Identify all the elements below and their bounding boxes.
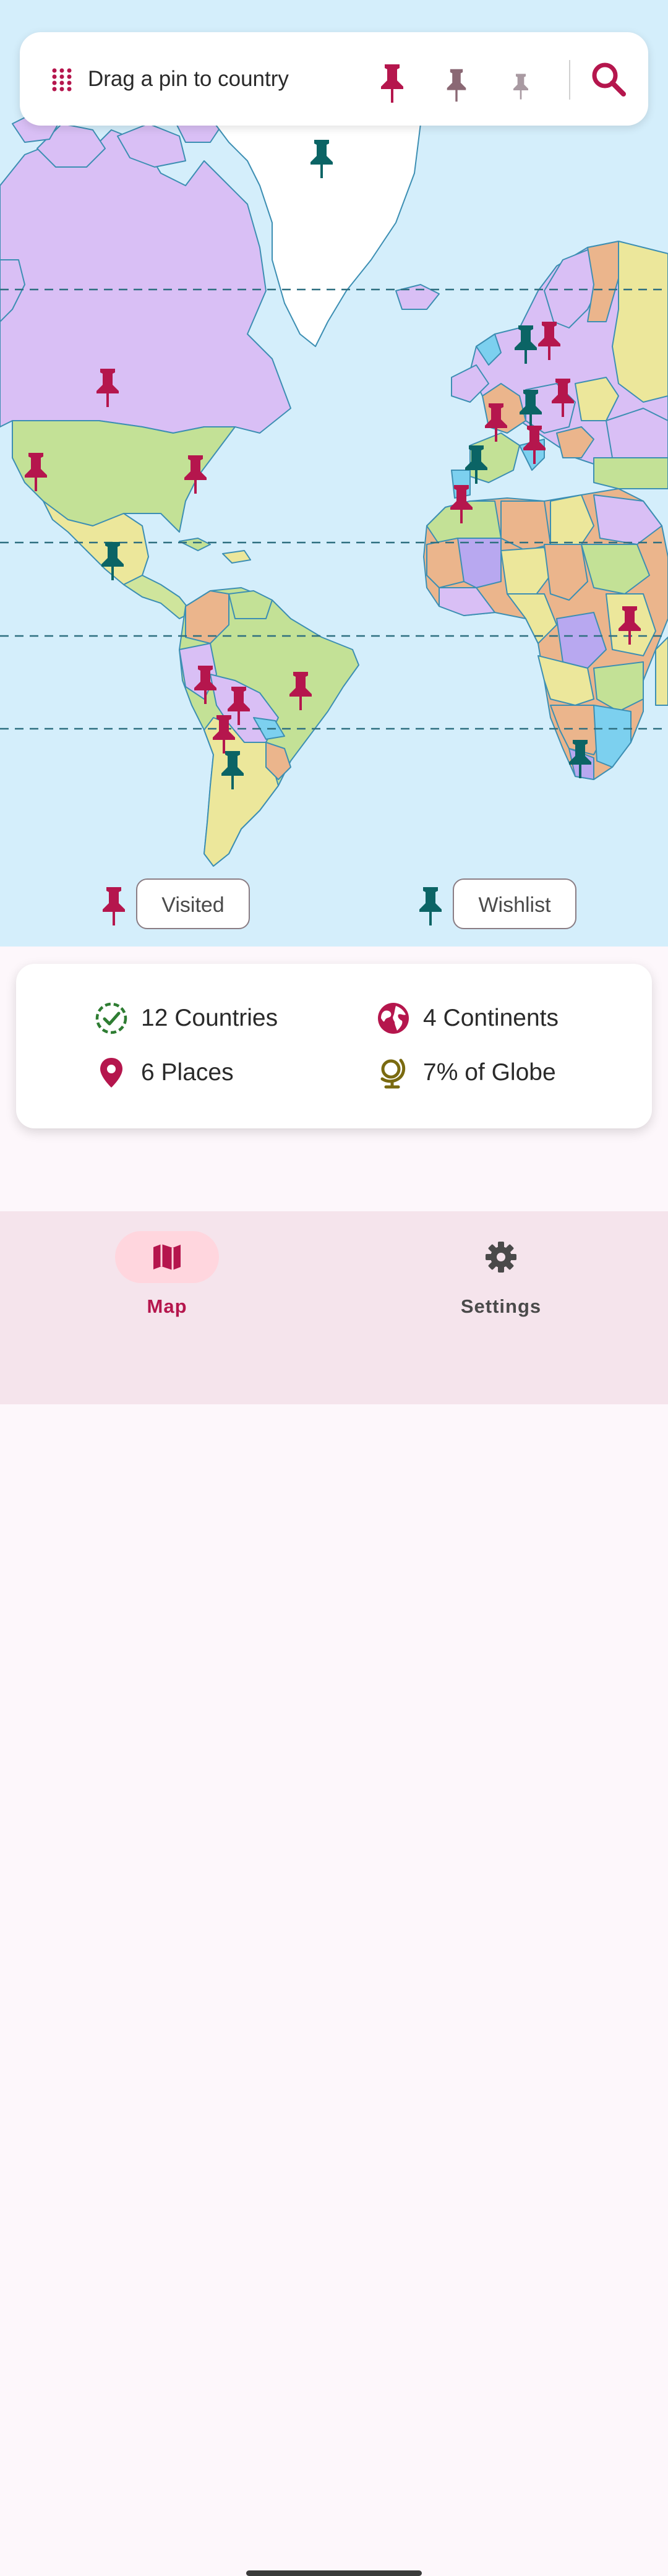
continents-stat: 4 Continents [376,1000,559,1037]
world-map[interactable]: Visited Wishlist [0,0,668,947]
bottom-navigation: Map Settings [0,1211,668,2576]
visited-pin[interactable] [95,367,120,408]
pin-medium-icon[interactable] [445,68,468,106]
gesture-navigation-bar[interactable] [246,2570,422,2576]
wishlist-pin[interactable] [513,324,538,365]
wishlist-pin[interactable] [464,444,489,485]
travel-stats-card: 12 Countries 4 Continents 6 Places 7% of… [16,964,652,1128]
wishlist-pin[interactable] [100,541,125,582]
nav-settings-pill[interactable] [449,1231,553,1283]
search-icon[interactable] [589,59,628,99]
pin-large-icon[interactable] [379,63,406,107]
wishlist-pin[interactable] [220,750,245,791]
visited-pin[interactable] [537,320,562,361]
pin-small-icon[interactable] [512,73,529,103]
world-map-countries [0,36,668,867]
visited-pin[interactable] [193,664,218,705]
visited-legend-button[interactable]: Visited [136,878,250,929]
wishlist-pin[interactable] [309,139,334,179]
gear-icon [486,1242,516,1273]
nav-map-label: Map [147,1295,187,1317]
globe-icon [376,1001,411,1036]
visited-pin[interactable] [484,402,508,443]
visited-pin[interactable] [288,671,313,711]
wishlist-legend-pin-icon [418,886,443,930]
drag-hint-text: Drag a pin to country [88,67,289,91]
wishlist-pin[interactable] [518,389,543,429]
check-circle-icon [94,1001,129,1036]
drag-grid-icon[interactable] [48,66,75,93]
map-icon [153,1244,181,1270]
visited-pin[interactable] [522,424,547,465]
wishlist-legend-button[interactable]: Wishlist [453,878,576,929]
visited-pin[interactable] [617,605,642,646]
continents-count: 4 Continents [423,1005,559,1031]
nav-settings[interactable]: Settings [427,1231,575,1318]
visited-pin[interactable] [212,714,236,755]
places-stat: 6 Places [94,1054,234,1091]
nav-settings-label: Settings [460,1295,542,1317]
visited-pin[interactable] [449,484,474,525]
globe-stat: 7% of Globe [376,1054,556,1091]
places-count: 6 Places [141,1059,234,1086]
location-pin-icon [94,1055,129,1090]
toolbar-divider [569,60,570,100]
desk-globe-icon [376,1055,411,1090]
visited-pin[interactable] [183,454,208,495]
visited-legend-pin-icon [101,886,126,930]
countries-count: 12 Countries [141,1005,278,1031]
globe-percentage: 7% of Globe [423,1059,556,1086]
visited-pin[interactable] [550,377,575,418]
visited-pin[interactable] [24,452,48,492]
countries-stat: 12 Countries [94,1000,278,1037]
nav-map[interactable]: Map [93,1231,241,1318]
nav-map-pill[interactable] [115,1231,219,1283]
pin-toolbar: Drag a pin to country [20,32,648,126]
wishlist-pin[interactable] [568,739,593,779]
